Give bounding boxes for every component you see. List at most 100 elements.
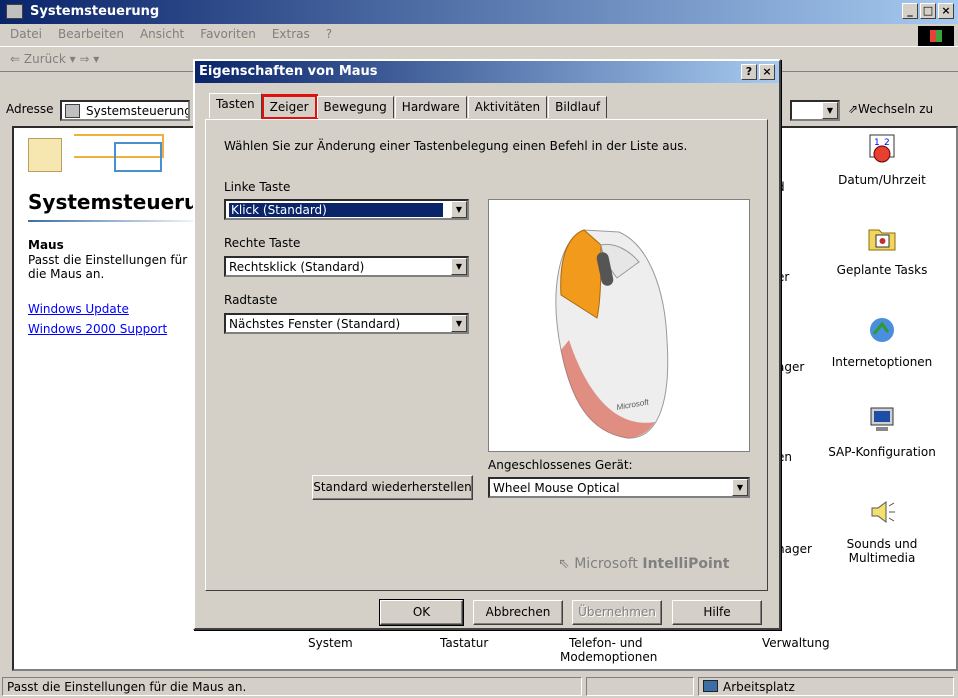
status-cell bbox=[586, 677, 694, 696]
intro-text: Wählen Sie zur Änderung einer Tastenbele… bbox=[224, 139, 688, 153]
tab-zeiger[interactable]: Zeiger bbox=[260, 94, 318, 120]
restore-defaults-button[interactable]: Standard wiederherstellen bbox=[312, 475, 473, 500]
divider bbox=[28, 220, 208, 222]
cp-item-geplante-tasks[interactable]: Geplante Tasks bbox=[812, 222, 952, 277]
brand-intellipoint: IntelliPoint bbox=[642, 556, 730, 572]
left-button-select[interactable]: Klick (Standard) ▼ bbox=[224, 199, 469, 220]
cp-item-label: Sounds und Multimedia bbox=[846, 537, 918, 565]
ok-button[interactable]: OK bbox=[379, 599, 464, 626]
right-button-label: Rechte Taste bbox=[224, 236, 301, 250]
tab-bildlauf[interactable]: Bildlauf bbox=[548, 96, 608, 118]
chevron-down-icon[interactable]: ▼ bbox=[451, 201, 467, 218]
cp-item-sap-konfiguration[interactable]: SAP-Konfiguration bbox=[812, 404, 952, 459]
sap-computer-icon bbox=[870, 407, 894, 431]
link-windows-2000-support[interactable]: Windows 2000 Support bbox=[28, 322, 167, 336]
cp-item-label[interactable]: Verwaltung bbox=[762, 636, 830, 650]
right-button-select[interactable]: Rechtsklick (Standard) ▼ bbox=[224, 256, 469, 277]
partial-item-label[interactable]: ager bbox=[777, 360, 804, 374]
chevron-down-icon[interactable]: ▼ bbox=[822, 102, 838, 119]
window-titlebar[interactable]: Systemsteuerung _ □ × bbox=[0, 0, 958, 24]
tab-strip: Tasten Zeiger Bewegung Hardware Aktivitä… bbox=[209, 93, 608, 120]
left-button-value: Klick (Standard) bbox=[229, 203, 443, 217]
wheel-button-select[interactable]: Nächstes Fenster (Standard) ▼ bbox=[224, 313, 469, 334]
tab-panel: Wählen Sie zur Änderung einer Tastenbele… bbox=[205, 119, 768, 591]
dialog-close-button[interactable]: × bbox=[759, 64, 775, 80]
address-dropdown[interactable]: ▼ bbox=[790, 100, 840, 121]
menu-datei[interactable]: Datei bbox=[0, 24, 48, 41]
cp-item-sounds-multimedia[interactable]: Sounds und Multimedia bbox=[812, 496, 952, 565]
link-windows-update[interactable]: Windows Update bbox=[28, 302, 129, 316]
windows-logo-icon bbox=[918, 26, 954, 46]
control-panel-icon bbox=[65, 104, 80, 118]
cp-item-label[interactable]: Modemoptionen bbox=[560, 650, 657, 664]
menu-bearbeiten[interactable]: Bearbeiten bbox=[48, 24, 130, 41]
right-button-value: Rechtsklick (Standard) bbox=[229, 260, 365, 274]
status-zone-label: Arbeitsplatz bbox=[723, 680, 795, 694]
left-button-label: Linke Taste bbox=[224, 180, 291, 194]
cp-item-label[interactable]: System bbox=[308, 636, 353, 650]
dialog-title: Eigenschaften von Maus bbox=[199, 64, 378, 79]
menu-favoriten[interactable]: Favoriten bbox=[190, 24, 262, 41]
chevron-down-icon[interactable]: ▼ bbox=[732, 479, 748, 496]
device-value: Wheel Mouse Optical bbox=[493, 481, 620, 495]
maximize-button[interactable]: □ bbox=[920, 3, 936, 19]
calendar-clock-icon: 12 bbox=[869, 134, 895, 163]
tab-tasten[interactable]: Tasten bbox=[209, 93, 262, 118]
cp-item-label: Datum/Uhrzeit bbox=[838, 173, 926, 187]
pointer-icon: ⇖ bbox=[558, 556, 570, 572]
dialog-titlebar[interactable]: Eigenschaften von Maus ? × bbox=[195, 61, 779, 83]
apply-button[interactable]: Übernehmen bbox=[572, 600, 662, 625]
cp-item-internetoptionen[interactable]: Internetoptionen bbox=[812, 314, 952, 369]
internet-options-globe-icon bbox=[870, 318, 894, 342]
address-value: Systemsteuerung bbox=[86, 104, 190, 118]
cp-item-label[interactable]: Telefon- und bbox=[569, 636, 643, 650]
go-button[interactable]: ⇗Wechseln zu bbox=[848, 102, 933, 116]
menu-help[interactable]: ? bbox=[316, 24, 338, 41]
control-panel-icon bbox=[6, 4, 23, 19]
menu-extras[interactable]: Extras bbox=[262, 24, 316, 41]
device-label: Angeschlossenes Gerät: bbox=[488, 458, 633, 472]
wheel-button-value: Nächstes Fenster (Standard) bbox=[229, 317, 401, 331]
close-button[interactable]: × bbox=[938, 3, 954, 19]
cp-item-label[interactable]: Tastatur bbox=[440, 636, 488, 650]
cp-item-datum-uhrzeit[interactable]: 12 Datum/Uhrzeit bbox=[812, 132, 952, 187]
mouse-preview: Microsoft bbox=[488, 199, 750, 452]
minimize-button[interactable]: _ bbox=[902, 3, 918, 19]
mouse-illustration: Microsoft bbox=[555, 229, 669, 439]
tab-aktivitaeten[interactable]: Aktivitäten bbox=[467, 96, 548, 118]
cancel-label: Abbrechen bbox=[485, 605, 551, 619]
brand-microsoft: Microsoft bbox=[574, 556, 638, 572]
cp-item-label: SAP-Konfiguration bbox=[828, 445, 936, 459]
help-title-button[interactable]: ? bbox=[741, 64, 757, 80]
ok-label: OK bbox=[412, 605, 431, 619]
mouse-properties-dialog: Eigenschaften von Maus ? × Tasten Zeiger… bbox=[193, 59, 781, 630]
restore-defaults-label: Standard wiederherstellen bbox=[313, 480, 472, 494]
apply-label: Übernehmen bbox=[578, 605, 656, 619]
address-label: Adresse bbox=[6, 102, 54, 116]
scheduled-tasks-folder-icon bbox=[868, 229, 896, 251]
chevron-down-icon[interactable]: ▼ bbox=[451, 258, 467, 275]
control-panel-large-icon bbox=[28, 138, 62, 172]
cp-item-label: Geplante Tasks bbox=[836, 263, 928, 277]
device-select[interactable]: Wheel Mouse Optical ▼ bbox=[488, 477, 750, 498]
help-button[interactable]: Hilfe bbox=[672, 600, 762, 625]
computer-icon bbox=[703, 680, 718, 692]
wheel-button-label: Radtaste bbox=[224, 293, 278, 307]
tab-hardware[interactable]: Hardware bbox=[394, 96, 467, 118]
tab-bewegung[interactable]: Bewegung bbox=[316, 96, 394, 118]
intellipoint-brand: ⇖ Microsoft IntelliPoint bbox=[558, 556, 729, 572]
speaker-icon bbox=[871, 501, 895, 523]
status-zone: Arbeitsplatz bbox=[698, 677, 954, 696]
status-bar: Passt die Einstellungen für die Maus an.… bbox=[0, 674, 958, 698]
chevron-down-icon[interactable]: ▼ bbox=[451, 315, 467, 332]
menubar: Datei Bearbeiten Ansicht Favoriten Extras? bbox=[0, 24, 958, 46]
header-decoration bbox=[114, 142, 162, 172]
help-label: Hilfe bbox=[703, 605, 731, 619]
partial-item-label[interactable]: hager bbox=[777, 542, 812, 556]
cp-item-label: Internetoptionen bbox=[831, 355, 933, 369]
cancel-button[interactable]: Abbrechen bbox=[473, 600, 563, 625]
status-text: Passt die Einstellungen für die Maus an. bbox=[2, 677, 582, 696]
menu-ansicht[interactable]: Ansicht bbox=[130, 24, 190, 41]
address-input[interactable]: Systemsteuerung bbox=[60, 100, 190, 121]
back-button[interactable]: ⇐ Zurück ▾ ⇒ ▾ bbox=[10, 52, 99, 66]
